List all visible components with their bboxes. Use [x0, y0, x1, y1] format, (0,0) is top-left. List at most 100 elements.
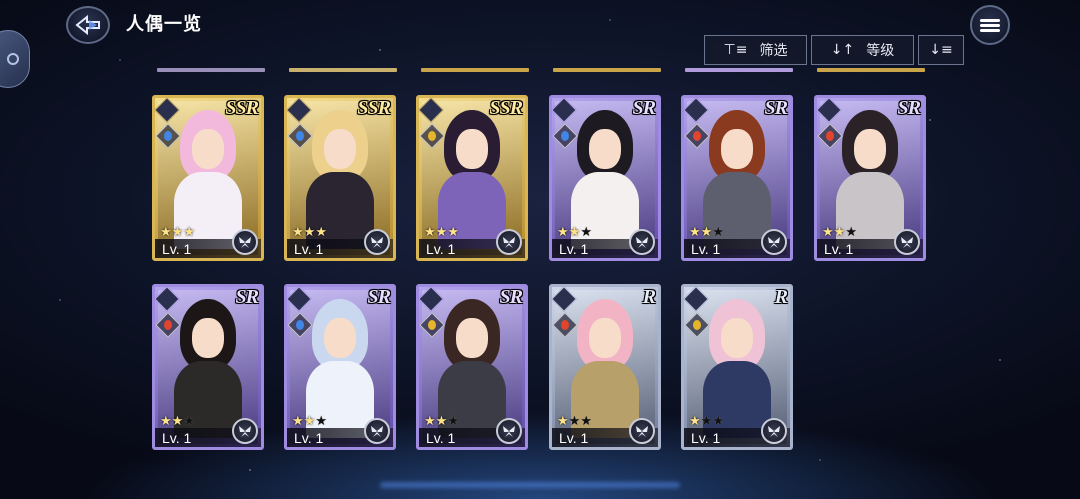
star-rating: ★★★ [689, 415, 724, 428]
rarity-label: SR [367, 286, 391, 308]
doll-card[interactable]: R ★★★ Lv. 1 [549, 284, 661, 450]
rarity-label: R [642, 286, 656, 308]
star-rating: ★★★ [424, 226, 459, 239]
rarity-label: R [774, 286, 788, 308]
star-icon: ★ [700, 414, 713, 429]
star-rating: ★★★ [160, 415, 195, 428]
star-rating: ★★★ [557, 415, 592, 428]
star-rating: ★★★ [160, 226, 195, 239]
star-icon: ★ [424, 225, 436, 240]
rarity-label: SR [632, 97, 656, 119]
star-icon: ★ [580, 414, 592, 429]
butterfly-emblem-icon [761, 418, 787, 444]
level-label: Lv. 1 [426, 430, 456, 446]
side-drawer-handle[interactable] [0, 30, 30, 88]
doll-card[interactable]: SR ★★★ Lv. 1 [152, 284, 264, 450]
portrait-face [192, 128, 224, 169]
star-icon: ★ [689, 225, 701, 240]
star-icon: ★ [712, 225, 724, 240]
doll-card[interactable]: R ★★★ Lv. 1 [681, 284, 793, 450]
star-icon: ★ [435, 414, 448, 429]
star-icon: ★ [700, 225, 713, 240]
star-icon: ★ [315, 225, 327, 240]
star-icon: ★ [183, 225, 195, 240]
star-icon: ★ [303, 225, 316, 240]
butterfly-emblem-icon [364, 229, 390, 255]
bottom-glow [380, 482, 680, 488]
star-rating: ★★★ [424, 415, 459, 428]
doll-card[interactable]: SR ★★★ Lv. 1 [284, 284, 396, 450]
butterfly-emblem-icon [629, 418, 655, 444]
rarity-label: SSR [225, 97, 259, 119]
star-icon: ★ [447, 414, 459, 429]
star-icon: ★ [292, 225, 304, 240]
doll-card[interactable]: SR ★★★ Lv. 1 [549, 95, 661, 261]
rarity-label: SSR [357, 97, 391, 119]
portrait-face [854, 128, 886, 169]
sort-order-icon: ↓≡ [929, 42, 953, 58]
doll-card[interactable]: SR ★★★ Lv. 1 [416, 284, 528, 450]
level-label: Lv. 1 [691, 430, 721, 446]
portrait-face [721, 128, 753, 169]
portrait-face [192, 317, 224, 358]
level-label: Lv. 1 [294, 241, 324, 257]
level-label: Lv. 1 [294, 430, 324, 446]
level-label: Lv. 1 [162, 241, 192, 257]
back-arrow-icon [75, 14, 100, 36]
star-icon: ★ [822, 225, 834, 240]
level-label: Lv. 1 [691, 241, 721, 257]
doll-card[interactable]: SSR ★★★ Lv. 1 [416, 95, 528, 261]
filter-label: 筛选 [759, 42, 788, 58]
star-icon: ★ [171, 414, 184, 429]
rarity-label: SSR [489, 97, 523, 119]
butterfly-emblem-icon [364, 418, 390, 444]
star-icon: ★ [303, 414, 316, 429]
doll-card[interactable]: SSR ★★★ Lv. 1 [152, 95, 264, 261]
page-title: 人偶一览 [126, 14, 202, 34]
star-icon: ★ [315, 414, 327, 429]
doll-card[interactable]: SSR ★★★ Lv. 1 [284, 95, 396, 261]
sort-label: 等级 [866, 42, 895, 58]
star-icon: ★ [845, 225, 857, 240]
portrait-face [324, 317, 356, 358]
star-icon: ★ [833, 225, 846, 240]
rarity-label: SR [499, 286, 523, 308]
butterfly-emblem-icon [894, 229, 920, 255]
star-rating: ★★★ [292, 226, 327, 239]
portrait-face [589, 317, 621, 358]
star-icon: ★ [435, 225, 448, 240]
star-icon: ★ [160, 225, 172, 240]
portrait-face [721, 317, 753, 358]
star-rating: ★★★ [689, 226, 724, 239]
star-icon: ★ [568, 225, 581, 240]
sort-arrows-icon: ↓↑ [830, 42, 855, 58]
star-icon: ★ [557, 225, 569, 240]
star-icon: ★ [689, 414, 701, 429]
level-label: Lv. 1 [559, 241, 589, 257]
doll-card[interactable]: SR ★★★ Lv. 1 [681, 95, 793, 261]
star-icon: ★ [568, 414, 581, 429]
level-label: Lv. 1 [426, 241, 456, 257]
filter-button[interactable]: ⊤≡ 筛选 [704, 35, 807, 65]
portrait-face [456, 317, 488, 358]
butterfly-emblem-icon [232, 229, 258, 255]
sort-button[interactable]: ↓↑ 等级 [811, 35, 914, 65]
doll-card[interactable]: SR ★★★ Lv. 1 [814, 95, 926, 261]
star-icon: ★ [580, 225, 592, 240]
menu-button[interactable] [970, 5, 1010, 45]
back-button[interactable] [66, 6, 110, 44]
sort-order-button[interactable]: ↓≡ [918, 35, 964, 65]
star-rating: ★★★ [292, 415, 327, 428]
butterfly-emblem-icon [629, 229, 655, 255]
level-label: Lv. 1 [162, 430, 192, 446]
star-icon: ★ [447, 225, 459, 240]
rarity-label: SR [764, 97, 788, 119]
star-icon: ★ [557, 414, 569, 429]
butterfly-emblem-icon [232, 418, 258, 444]
star-icon: ★ [160, 414, 172, 429]
portrait-face [456, 128, 488, 169]
level-label: Lv. 1 [559, 430, 589, 446]
filter-icon: ⊤≡ [723, 42, 748, 58]
star-rating: ★★★ [822, 226, 857, 239]
star-icon: ★ [424, 414, 436, 429]
